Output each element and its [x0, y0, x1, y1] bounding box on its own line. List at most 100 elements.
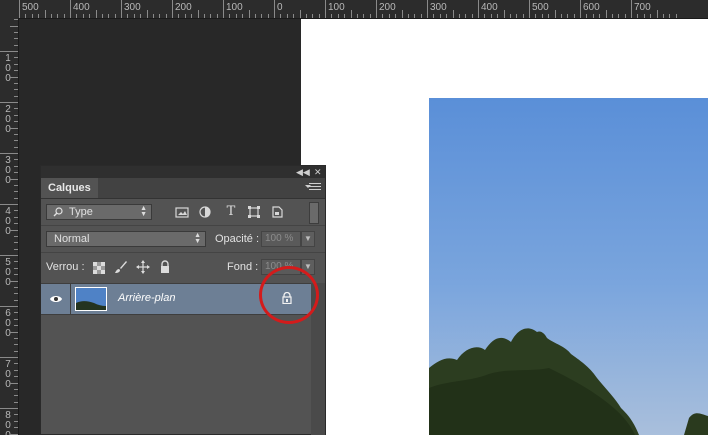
ruler-tick — [14, 133, 18, 135]
ruler-tick — [248, 10, 250, 18]
ruler-tick — [14, 191, 18, 193]
ruler-tick — [14, 146, 18, 148]
ruler-tick — [14, 286, 18, 288]
ruler-tick — [14, 242, 18, 244]
lock-label: Verrou : — [46, 261, 85, 273]
ruler-origin[interactable] — [0, 0, 19, 19]
ruler-tick — [522, 14, 524, 18]
filter-toggle-switch[interactable] — [309, 202, 319, 224]
ruler-label: 0 — [5, 277, 11, 288]
panel-menu-icon[interactable] — [305, 183, 321, 193]
tab-layers[interactable]: Calques — [41, 178, 98, 198]
ruler-tick — [618, 14, 620, 18]
ruler-tick — [14, 293, 18, 295]
type-filter-icon[interactable]: T — [224, 205, 238, 219]
ruler-tick — [541, 14, 543, 18]
lock-paint-icon[interactable] — [114, 260, 128, 274]
ruler-tick — [350, 10, 352, 18]
ruler-tick — [14, 140, 18, 142]
background-photo — [429, 98, 708, 435]
ruler-tick — [280, 14, 282, 18]
image-filter-icon[interactable] — [175, 205, 189, 219]
eye-icon — [50, 296, 62, 302]
ruler-tick — [89, 14, 91, 18]
panel-title-bar[interactable]: ◀◀ ✕ — [41, 166, 325, 178]
ruler-tick — [254, 14, 256, 18]
ruler-tick — [14, 261, 18, 263]
close-panel-icon[interactable]: ✕ — [314, 166, 322, 178]
ruler-tick — [14, 376, 18, 378]
ruler-tick — [624, 14, 626, 18]
ruler-tick — [229, 14, 231, 18]
ruler-tick — [509, 14, 511, 18]
ruler-label: 0 — [5, 379, 11, 390]
ruler-tick — [210, 14, 212, 18]
ruler-tick — [14, 363, 18, 365]
adjustment-filter-icon[interactable] — [198, 205, 212, 219]
ruler-label: 300 — [124, 2, 141, 13]
ruler-tick — [10, 433, 18, 435]
collapse-panel-icon[interactable]: ◀◀ — [296, 166, 310, 178]
ruler-tick — [14, 184, 18, 186]
ruler-tick — [286, 14, 288, 18]
shape-filter-icon[interactable] — [247, 205, 261, 219]
opacity-label: Opacité : — [215, 233, 260, 245]
ruler-label: 0 — [5, 73, 11, 84]
ruler-label: 300 — [430, 2, 447, 13]
ruler-tick — [140, 14, 142, 18]
lock-all-icon[interactable] — [158, 260, 172, 274]
ruler-tick — [14, 414, 18, 416]
panel-tab-row: Calques — [41, 178, 325, 199]
ruler-tick — [0, 255, 18, 256]
ruler-label: 100 — [328, 2, 345, 13]
ruler-tick — [274, 0, 275, 18]
opacity-dropdown-button[interactable]: ▼ — [301, 231, 315, 247]
opacity-input[interactable]: 100 % — [261, 231, 301, 247]
ruler-tick — [76, 14, 78, 18]
ruler-tick — [184, 14, 186, 18]
ruler-tick — [0, 357, 18, 358]
lock-move-icon[interactable] — [136, 260, 150, 274]
ruler-tick — [643, 14, 645, 18]
ruler-tick — [14, 121, 18, 123]
ruler-label: 100 — [226, 2, 243, 13]
ruler-label: 500 — [532, 2, 549, 13]
ruler-tick — [14, 235, 18, 237]
ruler-tick — [662, 14, 664, 18]
ruler-tick — [586, 14, 588, 18]
ruler-tick — [10, 178, 18, 180]
ruler-tick — [191, 14, 193, 18]
ruler-label: 0 — [5, 175, 11, 186]
ruler-tick — [465, 14, 467, 18]
ruler-tick — [14, 19, 18, 21]
highlight-circle-annotation — [259, 266, 319, 324]
filter-row: Type ▲ ▼ T — [41, 199, 325, 225]
visibility-toggle[interactable] — [41, 284, 71, 314]
updown-arrows-icon: ▲ ▼ — [140, 205, 147, 218]
layer-name[interactable]: Arrière-plan — [118, 292, 175, 304]
ruler-tick — [14, 108, 18, 110]
ruler-tick — [560, 14, 562, 18]
ruler-tick — [14, 369, 18, 371]
blend-mode-select[interactable]: Normal ▲ ▼ — [46, 231, 206, 247]
lock-transparent-icon[interactable] — [92, 261, 106, 275]
document-canvas[interactable] — [301, 19, 708, 435]
horizontal-ruler[interactable]: 500 400 300 200 100 0 100 200 300 400 500 600 700 — [18, 0, 708, 19]
ruler-tick — [127, 14, 129, 18]
ruler-tick — [656, 10, 658, 18]
filter-kind-select[interactable]: Type ▲ ▼ — [46, 204, 152, 220]
vertical-ruler[interactable]: 100200300400500600700800 — [0, 18, 19, 435]
ruler-tick — [599, 14, 601, 18]
ruler-label: 600 — [583, 2, 600, 13]
ruler-tick — [146, 10, 148, 18]
ruler-tick — [592, 14, 594, 18]
fill-label: Fond : — [227, 261, 259, 273]
ruler-tick — [395, 14, 397, 18]
smart-object-filter-icon[interactable] — [270, 205, 284, 219]
ruler-tick — [529, 0, 530, 18]
ruler-tick — [14, 223, 18, 225]
ruler-tick — [675, 14, 677, 18]
ruler-tick — [337, 14, 339, 18]
ruler-tick — [14, 420, 18, 422]
ruler-tick — [178, 14, 180, 18]
